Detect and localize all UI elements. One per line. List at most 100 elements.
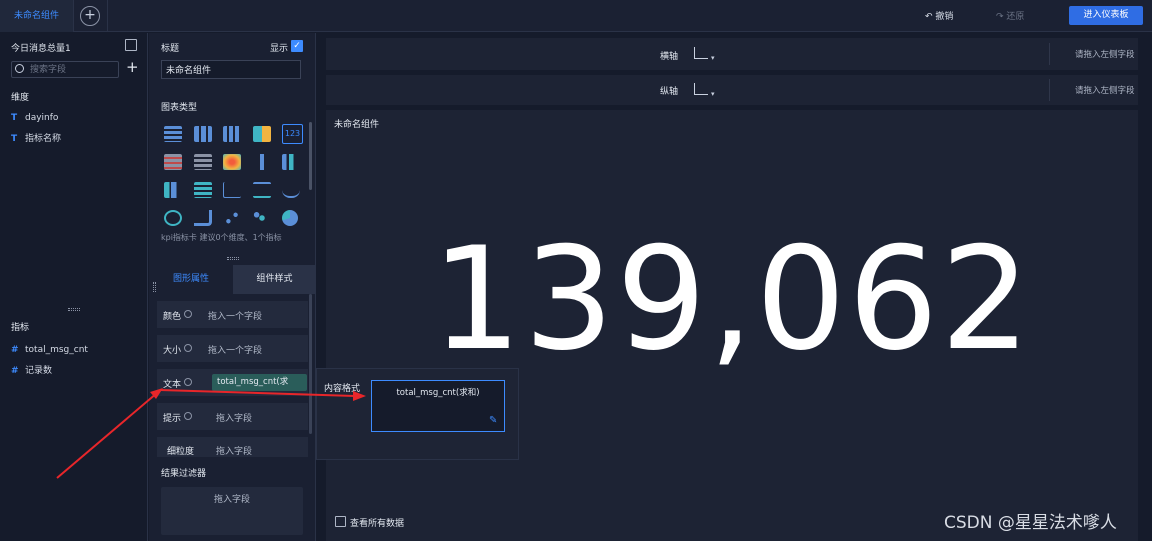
chart-type-hint: kpi指标卡 建议0个维度、1个指标 <box>161 233 282 242</box>
dimension-field-dayinfo[interactable]: Tdayinfo <box>11 113 58 123</box>
number-type-icon: # <box>11 366 19 376</box>
add-tab-button[interactable]: + <box>80 6 100 26</box>
prop-row-granularity[interactable]: 细粒度 拖入字段 <box>157 437 308 457</box>
show-title-checkbox[interactable]: ✓ <box>291 40 303 52</box>
chevron-down-icon[interactable]: ▾ <box>711 54 715 62</box>
settings-circle-icon[interactable] <box>184 344 192 352</box>
prop-label: 颜色 <box>163 312 182 322</box>
list-chart-icon[interactable] <box>194 154 212 170</box>
bar-chart-icon[interactable] <box>194 182 212 198</box>
grouped-column-icon[interactable] <box>164 182 182 198</box>
title-section-label: 标题 <box>161 44 180 54</box>
metric-field-total-msg-cnt[interactable]: # total_msg_cnt <box>11 345 88 355</box>
tree-view-icon[interactable] <box>125 39 137 51</box>
watermark: CSDN @星星法术嗲人 <box>944 513 1117 533</box>
panel-resize-handle[interactable] <box>68 308 80 311</box>
settings-circle-icon[interactable] <box>184 378 192 386</box>
chart-type-grid: 123 <box>161 121 306 231</box>
table-chart-icon[interactable] <box>164 126 182 142</box>
radar-line-icon[interactable] <box>282 182 300 198</box>
collapse-handle[interactable] <box>153 282 156 292</box>
view-all-data-checkbox[interactable] <box>335 516 346 527</box>
y-axis-label: 纵轴 <box>660 87 679 97</box>
add-field-button[interactable]: + <box>126 60 139 75</box>
scatter-chart-icon[interactable] <box>223 182 241 198</box>
top-bar <box>0 0 1152 32</box>
field-label: 记录数 <box>25 366 53 376</box>
redo-icon: ↷ <box>996 12 1004 22</box>
text-field-chip[interactable]: total_msg_cnt(求 <box>212 374 307 391</box>
prop-label: 大小 <box>163 346 182 356</box>
redo-button[interactable]: ↷ 还原 <box>996 9 1024 22</box>
field-label: 指标名称 <box>25 134 62 144</box>
x-axis-icon[interactable] <box>694 47 708 59</box>
redo-label: 还原 <box>1006 12 1025 22</box>
settings-circle-icon[interactable] <box>184 412 192 420</box>
divider <box>1049 43 1050 65</box>
y-axis-icon[interactable] <box>694 83 708 95</box>
prop-drop-hint: 拖入一个字段 <box>208 346 263 356</box>
chevron-down-icon[interactable]: ▾ <box>711 90 715 98</box>
prop-row-color[interactable]: 颜色 拖入一个字段 <box>157 301 308 328</box>
kpi-value: 139,062 <box>431 217 1033 382</box>
text-type-icon: T <box>11 113 18 123</box>
dataset-title: 今日消息总量1 <box>11 44 71 54</box>
prop-label: 提示 <box>163 414 182 424</box>
heat-table-icon[interactable] <box>253 126 271 142</box>
properties-scrollbar[interactable] <box>309 294 312 434</box>
prop-label: 细粒度 <box>167 447 195 457</box>
x-axis-shelf[interactable] <box>326 38 1138 70</box>
cross-table-icon[interactable] <box>194 126 212 142</box>
title-input[interactable] <box>161 60 301 79</box>
tab-component-style[interactable]: 组件样式 <box>233 265 316 294</box>
prop-drop-hint: 拖入字段 <box>216 447 253 457</box>
kpi-card-icon[interactable]: 123 <box>282 124 303 144</box>
area-chart-icon[interactable] <box>194 210 212 226</box>
view-all-data-label: 查看所有数据 <box>350 519 405 529</box>
compare-table-icon[interactable] <box>164 154 182 170</box>
chart-type-title: 图表类型 <box>161 103 198 113</box>
chart-type-scrollbar[interactable] <box>309 122 312 190</box>
result-filter-title: 结果过滤器 <box>161 469 207 479</box>
search-icon <box>15 64 24 73</box>
prop-drop-hint: 拖入字段 <box>216 414 253 424</box>
bullet-chart-icon[interactable] <box>253 154 271 170</box>
y-axis-drop-hint: 请拖入左侧字段 <box>1075 86 1135 96</box>
dimension-title: 维度 <box>11 93 30 103</box>
field-panel <box>0 33 148 541</box>
undo-button[interactable]: ↶ 撤销 <box>925 9 953 22</box>
pie-chart-icon[interactable] <box>282 210 298 226</box>
content-format-title: 内容格式 <box>324 384 361 394</box>
search-input[interactable] <box>30 63 116 76</box>
x-axis-label: 横轴 <box>660 52 679 62</box>
text-type-icon: T <box>11 134 18 144</box>
prop-drop-hint: 拖入一个字段 <box>208 312 263 322</box>
tab-untitled-component[interactable]: 未命名组件 <box>0 0 74 32</box>
undo-label: 撤销 <box>935 12 954 22</box>
y-axis-shelf[interactable] <box>326 75 1138 105</box>
divider <box>1049 79 1050 101</box>
component-title: 未命名组件 <box>334 120 380 130</box>
detail-table-icon[interactable] <box>223 126 241 142</box>
dot-chart-icon[interactable] <box>223 210 241 226</box>
bubble-chart-icon[interactable] <box>253 210 271 226</box>
tab-graphic-properties[interactable]: 图形属性 <box>149 265 233 294</box>
column-chart-icon[interactable] <box>282 154 300 170</box>
prop-row-tooltip[interactable]: 提示 拖入字段 <box>157 403 308 430</box>
config-resize-handle[interactable] <box>227 257 239 260</box>
edit-icon[interactable]: ✎ <box>489 415 497 426</box>
field-label: total_msg_cnt <box>25 345 88 355</box>
line-chart-icon[interactable] <box>253 182 271 198</box>
radar-chart-icon[interactable] <box>164 210 182 226</box>
dimension-field-metric-name[interactable]: T 指标名称 <box>11 131 61 144</box>
metric-field-record-count[interactable]: # 记录数 <box>11 363 52 376</box>
field-label: dayinfo <box>25 113 59 123</box>
prop-row-size[interactable]: 大小 拖入一个字段 <box>157 335 308 362</box>
heatmap-icon[interactable] <box>223 154 241 170</box>
settings-circle-icon[interactable] <box>184 310 192 318</box>
undo-icon: ↶ <box>925 12 933 22</box>
content-format-field: total_msg_cnt(求和) <box>396 388 480 398</box>
enter-dashboard-button[interactable]: 进入仪表板 <box>1069 6 1143 25</box>
metric-title: 指标 <box>11 323 30 333</box>
result-filter-dropzone[interactable]: 拖入字段 <box>161 487 303 535</box>
